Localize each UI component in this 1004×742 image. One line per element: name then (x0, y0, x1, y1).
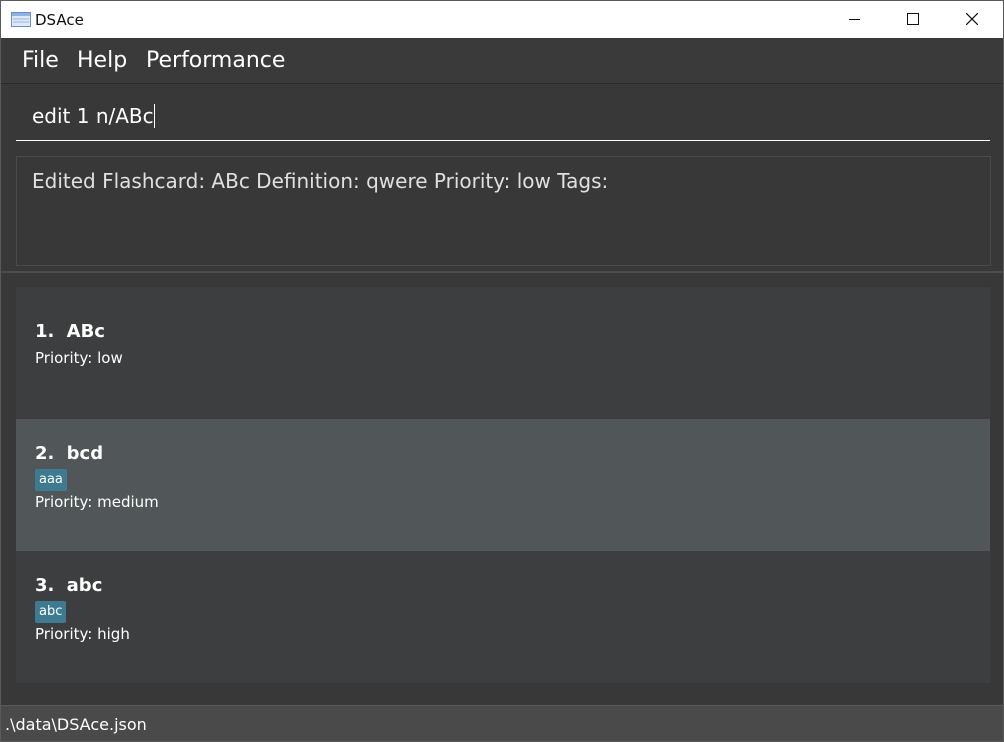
window-title: DSAce (35, 11, 84, 29)
close-icon (966, 13, 978, 25)
command-box[interactable]: edit 1 n/ABc (16, 86, 990, 141)
minimize-icon (849, 19, 860, 20)
command-text: edit 1 n/ABc (32, 104, 154, 128)
flashcard-priority: Priority: medium (35, 493, 159, 511)
flashcard-name: ABc (66, 321, 105, 342)
flashcard-title: 2. bcd (35, 443, 103, 464)
flashcard-name: bcd (66, 443, 104, 464)
maximize-button[interactable] (885, 1, 943, 38)
save-location: .\data\DSAce.json (5, 715, 147, 734)
flashcard-index: 2. (35, 443, 55, 464)
menu-file[interactable]: File (22, 48, 59, 73)
flashcard-index: 1. (35, 321, 55, 342)
flashcard-item[interactable]: 3. abc abc Priority: high (16, 551, 990, 683)
menu-performance[interactable]: Performance (146, 48, 285, 73)
close-button[interactable] (944, 1, 1002, 38)
flashcard-index: 3. (35, 575, 55, 596)
command-input[interactable]: edit 1 n/ABc (32, 104, 155, 128)
panel-divider (1, 271, 1003, 273)
result-message: Edited Flashcard: ABc Definition: qwere … (32, 169, 609, 193)
app-window: DSAce File Help Performance edit 1 n/ABc… (0, 0, 1004, 742)
maximize-icon (907, 13, 919, 25)
tag-badge: abc (35, 601, 67, 623)
flashcard-item-selected[interactable]: 2. bcd aaa Priority: medium (16, 419, 990, 551)
menu-bar: File Help Performance (1, 38, 1003, 84)
status-bar: .\data\DSAce.json (1, 705, 1003, 741)
flashcard-title: 3. abc (35, 575, 102, 596)
title-bar: DSAce (1, 1, 1003, 38)
menu-help[interactable]: Help (77, 48, 127, 73)
tag-badge: aaa (35, 469, 67, 491)
flashcard-priority: Priority: high (35, 625, 130, 643)
app-icon (11, 12, 31, 27)
flashcard-name: abc (66, 575, 103, 596)
flashcard-title: 1. ABc (35, 321, 105, 342)
text-caret (153, 104, 155, 128)
flashcard-priority: Priority: low (35, 349, 123, 367)
result-display: Edited Flashcard: ABc Definition: qwere … (16, 156, 991, 266)
flashcard-list[interactable]: 1. ABc Priority: low 2. bcd aaa Priority… (16, 287, 990, 683)
minimize-button[interactable] (827, 1, 885, 38)
flashcard-item[interactable]: 1. ABc Priority: low (16, 287, 990, 419)
